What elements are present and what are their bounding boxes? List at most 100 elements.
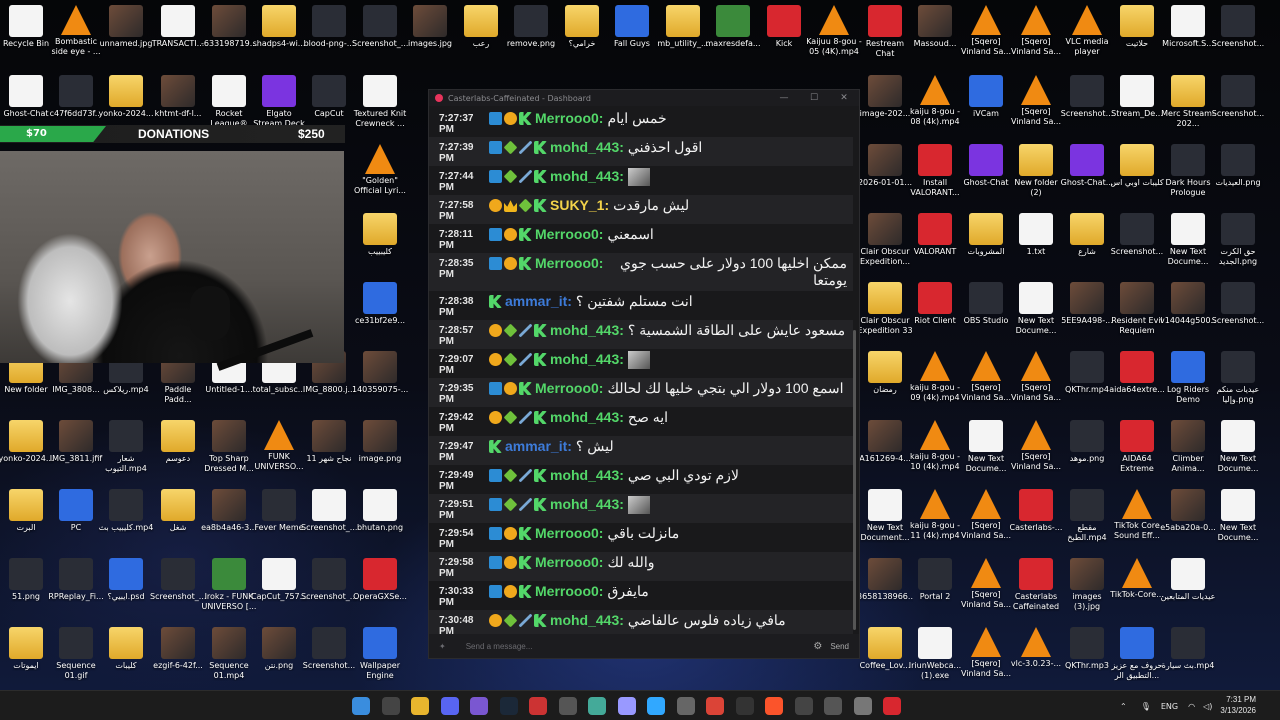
desktop-icon[interactable]: نجاح شهر 11 <box>304 420 354 488</box>
desktop-icon[interactable]: vlc-3.0.23-... <box>1011 627 1061 695</box>
desktop-icon[interactable]: RPReplay_Fi... <box>48 558 104 626</box>
desktop-icon[interactable]: New Text Docume... <box>1163 213 1213 281</box>
desktop-icon[interactable]: Casterlabs-... <box>1010 489 1062 557</box>
taskbar-search-icon[interactable] <box>381 697 400 715</box>
message-username[interactable]: mohd_443: <box>550 351 624 367</box>
desktop-icon[interactable]: New Text Docume... <box>1213 420 1263 488</box>
taskbar-obs-icon[interactable] <box>735 697 754 715</box>
desktop-icon[interactable]: Log Riders Demo <box>1163 351 1213 419</box>
chat-message[interactable]: 7:30:33 PM Merrooo0: مايفرق <box>429 581 853 610</box>
desktop-icon[interactable]: QKThr.mp4 <box>1062 351 1112 419</box>
desktop-icon[interactable]: Bombastic side eye - ... <box>51 5 101 73</box>
desktop-icon[interactable]: كليبات اوبي اس <box>1110 144 1164 212</box>
desktop-icon[interactable]: كليبات <box>101 627 151 695</box>
taskbar-app16-icon[interactable] <box>794 697 813 715</box>
desktop-icon[interactable]: عيديات المتابعين <box>1161 558 1215 626</box>
message-username[interactable]: mohd_443: <box>550 168 624 184</box>
desktop-icon[interactable]: kaiju 8-gou - 09 (4k).mp4 <box>910 351 960 419</box>
minimize-button[interactable]: — <box>769 93 799 103</box>
desktop-icon[interactable]: PC <box>51 489 101 557</box>
desktop-icon[interactable]: maxresdefa... <box>706 5 760 73</box>
taskbar-photoshop-icon[interactable] <box>647 697 665 715</box>
desktop-icon[interactable]: المشروبات <box>961 213 1011 281</box>
taskbar-brave-icon[interactable] <box>765 697 783 715</box>
desktop-icon[interactable]: aida64extre... <box>1109 351 1165 419</box>
desktop-icon[interactable]: New folder (2) <box>1011 144 1061 212</box>
desktop-icon[interactable]: e5aba20a-0... <box>1160 489 1216 557</box>
desktop-icon[interactable]: Recycle Bin <box>1 5 51 73</box>
desktop-icon[interactable]: bhutan.png <box>355 489 405 557</box>
taskbar-app8-icon[interactable] <box>558 697 577 715</box>
desktop-icon[interactable]: خرامي؟ <box>557 5 607 73</box>
microphone-icon[interactable]: 🎙 <box>1141 702 1151 711</box>
desktop-icon[interactable]: 1.txt <box>1011 213 1061 281</box>
desktop-icon[interactable]: Dark Hours Prologue <box>1163 144 1213 212</box>
desktop-icon[interactable]: Sequence 01.gif <box>51 627 101 695</box>
chat-message-list[interactable]: 7:27:37 PM Merrooo0: خمس ايام 7:27:39 PM moh… <box>429 108 853 636</box>
desktop-icon[interactable]: Fall Guys <box>607 5 657 73</box>
chat-message[interactable]: 7:30:48 PM mohd_443: مافي زياده فلوس عالفا… <box>429 610 853 636</box>
desktop-icon[interactable]: حلاتيت <box>1112 5 1162 73</box>
maximize-button[interactable]: ☐ <box>799 93 829 103</box>
desktop-icon[interactable]: رعب <box>456 5 506 73</box>
chevron-up-icon[interactable]: ⌃ <box>1120 702 1127 711</box>
desktop-icon[interactable]: Install VALORANT... <box>910 144 960 212</box>
message-username[interactable]: SUKY_1: <box>550 197 609 213</box>
desktop-icon[interactable]: كليبييب <box>355 213 405 281</box>
message-username[interactable]: mohd_443: <box>550 612 624 628</box>
chat-message[interactable]: 7:29:51 PM mohd_443: <box>429 494 853 523</box>
desktop-icon[interactable]: [Sqero] Vinland Sa... <box>1011 420 1061 488</box>
chat-message[interactable]: 7:29:49 PM mohd_443: لازم تودي البي صي <box>429 465 853 494</box>
desktop-icon[interactable]: IMG_3811.jfif <box>50 420 102 488</box>
send-button[interactable]: Send <box>830 642 849 651</box>
casterlabs-chat-window[interactable]: Casterlabs-Caffeinated - Dashboard — ☐ ✕… <box>428 89 860 659</box>
message-username[interactable]: mohd_443: <box>550 409 624 425</box>
desktop-icon[interactable]: [Sqero] Vinland Sa... <box>961 5 1011 73</box>
taskbar-files-icon[interactable] <box>411 697 429 715</box>
message-username[interactable]: Merrooo0: <box>535 583 603 599</box>
desktop-icon[interactable]: image.png <box>355 420 405 488</box>
desktop-icon[interactable]: شارع <box>1062 213 1112 281</box>
desktop-icon[interactable]: حق الكرت الجديد.png <box>1213 213 1263 281</box>
desktop-icon[interactable]: [Sqero] Vinland Sa... <box>961 627 1011 695</box>
desktop-icon[interactable]: Top Sharp Dressed M... <box>204 420 254 488</box>
desktop-icon[interactable]: Screenshot... <box>303 627 355 695</box>
taskbar-app12-icon[interactable] <box>676 697 695 715</box>
message-username[interactable]: mohd_443: <box>550 496 624 512</box>
desktop-icon[interactable]: 5EE9A498-... <box>1061 282 1113 350</box>
desktop-icon[interactable]: iVCam <box>961 75 1011 143</box>
language-indicator[interactable]: ENG <box>1161 702 1178 711</box>
desktop-icon[interactable]: New Text Docume... <box>1011 282 1061 350</box>
desktop-icon[interactable]: Screenshot... <box>1212 5 1264 73</box>
message-username[interactable]: Merrooo0: <box>535 110 603 126</box>
message-username[interactable]: Merrooo0: <box>535 226 603 242</box>
gear-icon[interactable]: ⚙ <box>813 641 822 652</box>
desktop-icon[interactable]: كليبيب بث.mp4 <box>99 489 153 557</box>
desktop-icon[interactable]: QKThr.mp3 <box>1062 627 1112 695</box>
desktop-icon[interactable]: Massoud... <box>910 5 960 73</box>
message-username[interactable]: Merrooo0: <box>535 525 603 541</box>
desktop-icon[interactable]: Merc Stream-202... <box>1161 75 1215 143</box>
message-username[interactable]: mohd_443: <box>550 467 624 483</box>
desktop-icon[interactable]: New Text Document... <box>860 489 910 557</box>
desktop-icon[interactable]: Kaijuu 8-gou - 05 (4K).mp4 <box>806 5 862 73</box>
chat-message[interactable]: 7:29:07 PM mohd_443: <box>429 349 853 378</box>
desktop-icon[interactable]: Clair Obscur Expedition 33 <box>857 282 913 350</box>
chat-input[interactable]: Send a message... <box>466 642 814 651</box>
desktop-icon[interactable]: Textured Knit Crewneck ... <box>354 75 406 143</box>
desktop-icon[interactable]: Screenshot... <box>1212 282 1264 350</box>
desktop-icon[interactable]: image-202... <box>860 75 910 143</box>
desktop-icon[interactable]: العيديات.png <box>1213 144 1263 212</box>
chat-message[interactable]: 7:28:35 PM Merrooo0: ممكن اخليها 100 دولار… <box>429 253 853 291</box>
desktop-icon[interactable]: [Sqero] Vinland Sa... <box>1011 351 1061 419</box>
message-username[interactable]: mohd_443: <box>550 139 624 155</box>
message-username[interactable]: ammar_it: <box>505 293 572 309</box>
desktop-icon[interactable]: Fever Meme <box>254 489 304 557</box>
desktop-icon[interactable]: موهد.png <box>1062 420 1112 488</box>
desktop-icon[interactable]: Kick <box>759 5 809 73</box>
desktop-icon[interactable]: TRANSACTI... <box>152 5 204 73</box>
desktop-icon[interactable]: New Text Docume... <box>1213 489 1263 557</box>
wifi-icon[interactable]: ◠ <box>1188 702 1195 711</box>
desktop-icon[interactable]: A161269-4... <box>859 420 911 488</box>
desktop-icon[interactable]: VALORANT <box>910 213 960 281</box>
